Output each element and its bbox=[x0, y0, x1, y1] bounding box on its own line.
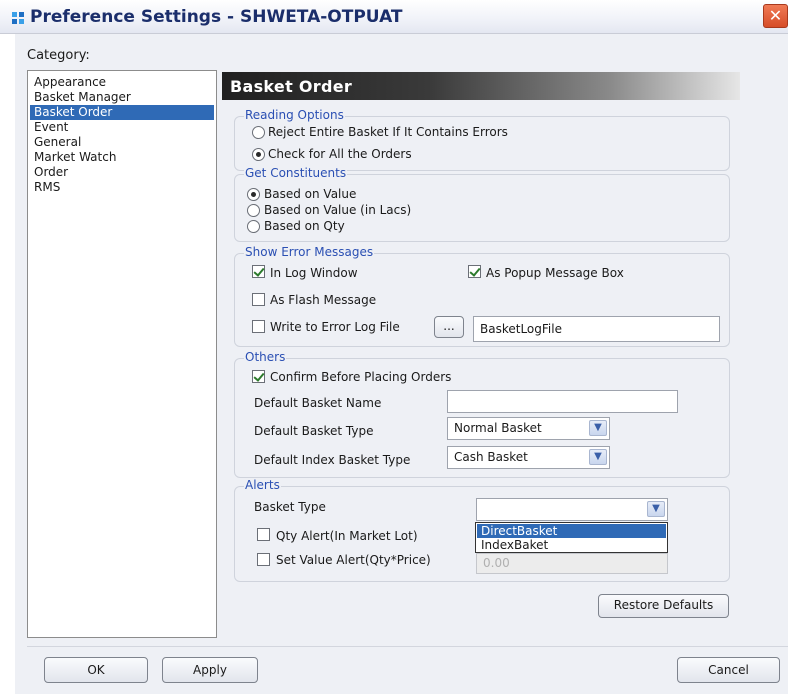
default-basket-name-input[interactable] bbox=[447, 390, 678, 413]
apply-button[interactable]: Apply bbox=[162, 657, 258, 683]
based-on-qty-radio[interactable] bbox=[247, 220, 260, 233]
default-basket-type-select[interactable]: Normal Basket ▼ bbox=[447, 417, 610, 440]
as-popup-checkbox[interactable] bbox=[468, 265, 481, 278]
category-item-order[interactable]: Order bbox=[30, 165, 214, 180]
cancel-button[interactable]: Cancel bbox=[677, 657, 780, 683]
qty-alert-checkbox[interactable] bbox=[257, 528, 270, 541]
as-flash-label: As Flash Message bbox=[270, 293, 377, 307]
dropdown-option-directbasket[interactable]: DirectBasket bbox=[477, 524, 666, 538]
value-alert-input: 0.00 bbox=[476, 553, 668, 574]
confirm-before-placing-label: Confirm Before Placing Orders bbox=[270, 370, 452, 384]
show-error-messages-label: Show Error Messages bbox=[244, 245, 375, 259]
write-to-log-label: Write to Error Log File bbox=[270, 320, 400, 334]
based-on-value-label: Based on Value bbox=[264, 187, 357, 201]
basket-type-label: Basket Type bbox=[254, 500, 326, 514]
app-icon bbox=[10, 10, 26, 26]
category-item-event[interactable]: Event bbox=[30, 120, 214, 135]
in-log-window-checkbox[interactable] bbox=[252, 265, 265, 278]
default-index-basket-type-value: Cash Basket bbox=[454, 450, 528, 464]
value-alert-label: Set Value Alert(Qty*Price) bbox=[276, 553, 431, 567]
restore-defaults-button[interactable]: Restore Defaults bbox=[598, 594, 729, 618]
write-to-log-checkbox[interactable] bbox=[252, 320, 265, 333]
default-basket-type-value: Normal Basket bbox=[454, 421, 542, 435]
based-on-value-radio[interactable] bbox=[247, 188, 260, 201]
as-popup-label: As Popup Message Box bbox=[486, 266, 624, 280]
based-on-value-lacs-label: Based on Value (in Lacs) bbox=[264, 203, 412, 217]
close-icon: ✕ bbox=[768, 6, 783, 25]
based-on-qty-label: Based on Qty bbox=[264, 219, 345, 233]
chevron-down-icon[interactable]: ▼ bbox=[589, 420, 607, 436]
check-all-orders-label: Check for All the Orders bbox=[268, 147, 412, 161]
default-basket-type-label: Default Basket Type bbox=[254, 424, 374, 438]
value-alert-checkbox[interactable] bbox=[257, 553, 270, 566]
window-title: Preference Settings - SHWETA-OTPUAT bbox=[30, 7, 403, 27]
default-basket-name-label: Default Basket Name bbox=[254, 396, 382, 410]
category-list[interactable]: Appearance Basket Manager Basket Order E… bbox=[27, 70, 217, 638]
category-item-rms[interactable]: RMS bbox=[30, 180, 214, 195]
close-button[interactable]: ✕ bbox=[763, 4, 788, 28]
chevron-down-icon[interactable]: ▼ bbox=[589, 449, 607, 465]
alerts-label: Alerts bbox=[244, 478, 281, 492]
category-label: Category: bbox=[27, 48, 90, 63]
check-all-orders-radio[interactable] bbox=[252, 148, 265, 161]
ok-button[interactable]: OK bbox=[44, 657, 148, 683]
based-on-value-lacs-radio[interactable] bbox=[247, 204, 260, 217]
log-file-name-input[interactable]: BasketLogFile bbox=[473, 316, 720, 342]
qty-alert-label: Qty Alert(In Market Lot) bbox=[276, 529, 418, 543]
category-item-market-watch[interactable]: Market Watch bbox=[30, 150, 214, 165]
as-flash-checkbox[interactable] bbox=[252, 293, 265, 306]
alerts-basket-type-select[interactable]: ▼ bbox=[476, 498, 668, 521]
in-log-window-label: In Log Window bbox=[270, 266, 358, 280]
confirm-before-placing-checkbox[interactable] bbox=[252, 370, 265, 383]
default-index-basket-type-select[interactable]: Cash Basket ▼ bbox=[447, 446, 610, 469]
category-item-appearance[interactable]: Appearance bbox=[30, 75, 214, 90]
reading-options-label: Reading Options bbox=[244, 108, 345, 122]
basket-type-dropdown-list[interactable]: DirectBasket IndexBaket bbox=[475, 522, 668, 553]
panel-title: Basket Order bbox=[230, 77, 353, 96]
category-item-basket-order[interactable]: Basket Order bbox=[30, 105, 214, 120]
category-item-general[interactable]: General bbox=[30, 135, 214, 150]
dropdown-option-indexbaket[interactable]: IndexBaket bbox=[477, 538, 666, 552]
chevron-down-icon[interactable]: ▼ bbox=[647, 501, 665, 517]
default-index-basket-type-label: Default Index Basket Type bbox=[254, 453, 411, 467]
get-constituents-label: Get Constituents bbox=[244, 166, 348, 180]
reject-basket-label: Reject Entire Basket If It Contains Erro… bbox=[268, 125, 508, 139]
reject-basket-radio[interactable] bbox=[252, 126, 265, 139]
others-label: Others bbox=[244, 350, 287, 364]
browse-log-file-button[interactable]: ... bbox=[434, 316, 464, 338]
category-item-basket-manager[interactable]: Basket Manager bbox=[30, 90, 214, 105]
